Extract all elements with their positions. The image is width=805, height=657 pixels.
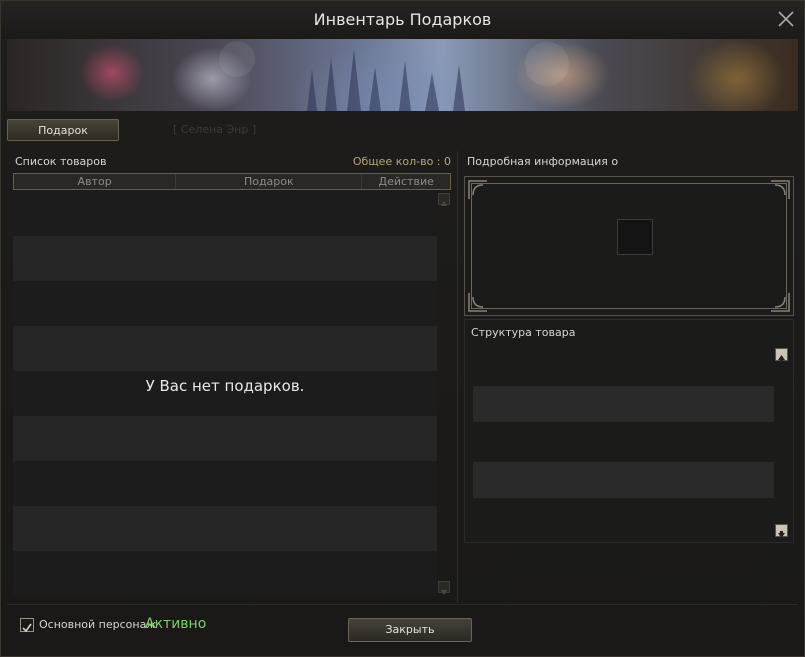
structure-title: Структура товара [471,326,576,339]
ornament-corner-icon [468,293,487,312]
close-button[interactable]: Закрыть [348,618,472,642]
structure-scroll-up-button[interactable] [775,348,788,362]
arrow-up-icon [778,355,785,362]
list-row [13,326,437,371]
gift-list [13,191,437,599]
banner-image [7,39,798,111]
close-icon[interactable] [776,9,796,29]
list-row [13,551,437,596]
window-title: Инвентарь Подарков [313,10,492,29]
list-row [13,506,437,551]
details-title: Подробная информация о [467,155,619,168]
list-scroll-down-button[interactable] [438,581,450,595]
column-gift[interactable]: Подарок [176,174,363,189]
empty-message: У Вас нет подарков. [145,377,305,395]
footer: Основной персонаж Активно Закрыть [7,604,798,651]
structure-scroll-down-button[interactable] [775,524,788,538]
arrow-down-icon [441,590,447,595]
column-action[interactable]: Действие [362,174,450,189]
item-slot[interactable] [617,219,653,255]
active-status: Активно [145,616,207,632]
checkmark-icon [22,623,32,633]
list-row [13,236,437,281]
main-character-checkbox[interactable] [20,618,34,633]
item-preview-frame [464,176,794,316]
arrow-down-icon [778,531,785,538]
gift-list-panel: Список товаров Общее кол-во : 0 Автор По… [7,151,458,603]
list-column-header: Автор Подарок Действие [13,173,451,190]
ornament-corner-icon [771,293,790,312]
item-structure-box: Структура товара [464,319,794,543]
list-row [13,281,437,326]
ornament-corner-icon [468,180,487,199]
gift-inventory-window: Инвентарь Подарков Подарок [ Селена Энр … [0,0,805,657]
main-character-label: Основной персонаж [39,618,157,631]
ornament-corner-icon [771,180,790,199]
list-scroll-up-button[interactable] [438,193,450,206]
structure-row [473,462,774,498]
arrow-up-icon [441,201,447,206]
list-title: Список товаров [15,155,107,168]
title-bar: Инвентарь Подарков [1,1,804,39]
tab-gift[interactable]: Подарок [7,119,119,141]
ghost-tab-label: [ Селена Энр ] [173,123,257,136]
column-author[interactable]: Автор [14,174,177,189]
list-row [13,416,437,461]
list-row [13,191,437,236]
details-panel: Подробная информация о Структура товара [459,151,798,603]
list-row [13,461,437,506]
structure-row [473,386,774,422]
total-count: Общее кол-во : 0 [352,155,451,168]
